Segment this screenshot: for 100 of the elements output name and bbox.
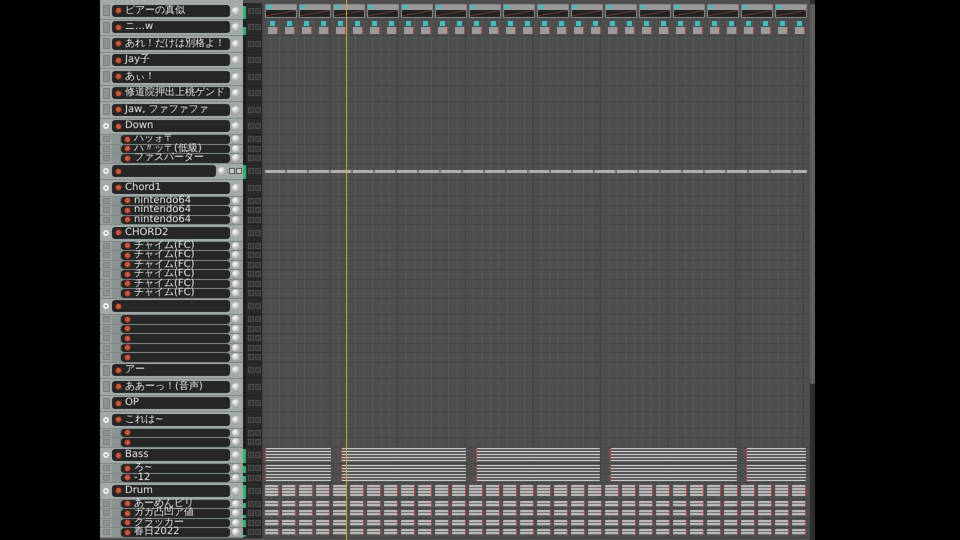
media-item[interactable] (622, 500, 636, 507)
media-item[interactable] (622, 510, 636, 516)
track-name-field[interactable]: OP (112, 397, 230, 410)
media-item[interactable] (707, 4, 739, 18)
track-header[interactable]: あぃ！ (100, 69, 243, 86)
media-item[interactable] (554, 500, 568, 507)
media-item[interactable] (758, 520, 772, 526)
media-item[interactable] (588, 529, 602, 536)
media-item[interactable] (401, 20, 416, 34)
media-item[interactable] (605, 500, 619, 507)
media-item[interactable] (452, 500, 466, 507)
media-item[interactable] (316, 500, 330, 507)
media-item[interactable] (656, 529, 670, 536)
media-item[interactable] (384, 529, 398, 536)
media-item[interactable] (775, 500, 789, 507)
media-item[interactable] (265, 20, 280, 34)
media-item[interactable] (554, 520, 568, 526)
track-header[interactable]: ああーっ！(音声) (100, 379, 243, 396)
media-item[interactable] (299, 485, 313, 496)
record-arm-icon[interactable] (115, 106, 122, 114)
media-item[interactable] (367, 485, 381, 496)
track-name-field[interactable]: nintendo64 (121, 206, 230, 214)
media-item[interactable] (401, 4, 433, 18)
track-name-field[interactable] (112, 300, 230, 312)
media-item[interactable] (656, 520, 670, 526)
media-item[interactable] (775, 520, 789, 526)
media-item[interactable] (401, 485, 415, 496)
track-header[interactable]: OP (100, 396, 243, 412)
media-item[interactable] (588, 20, 603, 34)
track-header[interactable]: あれ！だけは別格よ！ (100, 36, 243, 52)
media-item[interactable] (435, 20, 450, 34)
track-header[interactable]: CHORD2 (100, 225, 243, 242)
track-name-field[interactable]: ガガ凸凹ア値 (121, 509, 230, 518)
track-header[interactable]: Down (100, 118, 243, 135)
track-name-field[interactable]: チャイム(FC) (121, 242, 230, 250)
media-item[interactable] (775, 4, 807, 18)
record-arm-icon[interactable] (115, 73, 122, 80)
track-name-field[interactable]: アー (112, 364, 230, 376)
track-header[interactable]: チャイム(FC) (100, 289, 243, 298)
media-item[interactable] (673, 529, 687, 536)
media-item[interactable] (707, 20, 722, 34)
media-item[interactable] (588, 510, 602, 516)
folder-icon[interactable] (103, 123, 109, 130)
track-header[interactable]: nintendo64 (100, 216, 243, 225)
track-name-field[interactable]: ピアーの真似 (112, 4, 230, 17)
media-item[interactable] (435, 485, 449, 496)
media-item[interactable] (724, 529, 738, 536)
track-name-field[interactable]: 春日2022 (121, 528, 230, 536)
media-item[interactable] (639, 510, 653, 516)
media-item[interactable] (476, 464, 600, 472)
folder-icon[interactable] (103, 488, 109, 494)
media-item[interactable] (571, 529, 585, 536)
media-item[interactable] (265, 485, 279, 496)
media-item[interactable] (746, 474, 806, 482)
media-item[interactable] (639, 20, 654, 34)
track-name-field[interactable]: ファスパーター (121, 154, 230, 162)
media-item[interactable] (299, 529, 313, 536)
media-item[interactable] (639, 500, 653, 507)
track-header[interactable]: ガガ凸凹ア値 (100, 509, 243, 518)
track-header[interactable]: ファスパーター (100, 154, 243, 164)
track-name-field[interactable]: チャイム(FC) (121, 289, 230, 298)
media-item[interactable] (707, 500, 721, 507)
media-item[interactable] (605, 529, 619, 536)
track-name-field[interactable] (112, 165, 216, 178)
track-name-field[interactable]: あれ！だけは別格よ！ (112, 38, 230, 50)
media-item[interactable] (571, 520, 585, 526)
media-item[interactable] (469, 20, 484, 34)
media-item[interactable] (775, 20, 790, 34)
track-name-field[interactable]: 修道院押出上桃ゲンド (112, 87, 230, 100)
media-item[interactable] (741, 485, 755, 496)
media-item[interactable] (316, 529, 330, 536)
media-item[interactable] (690, 485, 704, 496)
track-name-field[interactable]: チャイム(FC) (121, 260, 230, 269)
media-item[interactable] (401, 510, 415, 516)
track-header[interactable]: これは~ (100, 412, 243, 428)
media-item[interactable] (486, 20, 501, 34)
track-header[interactable]: ハ〃ッ〒(低級) (100, 144, 243, 154)
media-item[interactable] (469, 520, 483, 526)
media-item[interactable] (656, 20, 671, 34)
track-header[interactable]: Drum (100, 483, 243, 500)
media-item[interactable] (333, 20, 348, 34)
media-item[interactable] (452, 485, 466, 496)
media-item[interactable] (435, 529, 449, 536)
media-item[interactable] (503, 500, 517, 507)
media-item[interactable] (741, 510, 755, 516)
media-item[interactable] (401, 500, 415, 507)
media-item[interactable] (588, 500, 602, 507)
scrollbar-thumb[interactable] (810, 4, 815, 384)
media-item[interactable] (476, 474, 600, 482)
media-item[interactable] (690, 520, 704, 526)
media-item[interactable] (571, 20, 586, 34)
media-item[interactable] (367, 510, 381, 516)
media-item[interactable] (265, 474, 331, 482)
media-item[interactable] (418, 510, 432, 516)
folder-icon[interactable] (103, 184, 109, 191)
media-item[interactable] (282, 529, 296, 536)
media-item[interactable] (418, 20, 433, 34)
media-item[interactable] (622, 529, 636, 536)
record-arm-icon[interactable] (115, 90, 122, 97)
media-item[interactable] (299, 4, 331, 18)
